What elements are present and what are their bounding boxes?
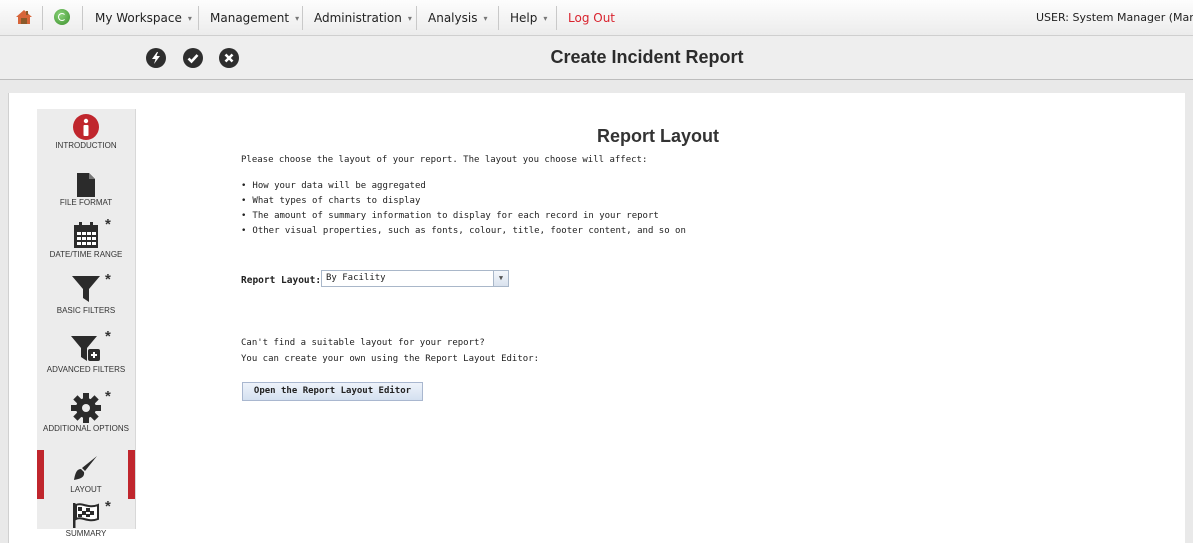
title-bar: Create Incident Report [0, 36, 1193, 80]
step-advanced-filters[interactable]: * ADVANCED FILTERS [37, 328, 135, 391]
advanced-filter-icon [71, 336, 100, 361]
list-item: What types of charts to display [241, 194, 686, 209]
menu-help[interactable]: Help ▾ [510, 11, 547, 25]
chevron-down-icon: ▾ [187, 14, 192, 23]
intro-text: Please choose the layout of your report.… [241, 155, 648, 165]
menu-divider [416, 6, 417, 30]
info-icon [73, 114, 99, 140]
help-text-line1: Can't find a suitable layout for your re… [241, 338, 485, 348]
chevron-down-icon: ▾ [483, 14, 488, 23]
section-heading: Report Layout [597, 126, 720, 146]
menu-divider [302, 6, 303, 30]
menu-analysis[interactable]: Analysis ▾ [428, 11, 487, 25]
home-icon[interactable] [15, 8, 33, 26]
calendar-icon [74, 222, 98, 248]
required-star: * [105, 271, 111, 288]
chevron-down-icon: ▾ [407, 14, 412, 23]
paintbrush-icon [74, 456, 97, 480]
refresh-icon[interactable] [54, 9, 70, 25]
user-label: USER: System Manager (Manager [1036, 11, 1193, 24]
wizard-nav: INTRODUCTION FILE FORMAT * DATE/TIME RAN… [37, 109, 136, 538]
filter-icon [72, 276, 100, 302]
step-additional-options[interactable]: * ADDITIONAL OPTIONS [37, 388, 135, 448]
menu-divider [82, 6, 83, 30]
step-introduction[interactable]: INTRODUCTION [37, 113, 135, 163]
required-star: * [105, 328, 111, 345]
chevron-down-icon[interactable]: ▼ [493, 271, 508, 286]
logout-link[interactable]: Log Out [568, 11, 615, 25]
step-label: BASIC FILTERS [56, 306, 116, 315]
step-label: DATE/TIME RANGE [49, 250, 123, 259]
step-basic-filters[interactable]: * BASIC FILTERS [37, 271, 135, 329]
required-star: * [105, 216, 111, 233]
content-panel: INTRODUCTION FILE FORMAT * DATE/TIME RAN… [8, 93, 1185, 543]
step-summary[interactable]: * SUMMARY [37, 498, 135, 547]
menu-management[interactable]: Management ▾ [210, 11, 299, 25]
required-star: * [105, 388, 111, 405]
chevron-down-icon: ▾ [295, 14, 300, 23]
menu-my-workspace[interactable]: My Workspace ▾ [95, 11, 192, 25]
file-icon [77, 173, 95, 197]
content-frame: INTRODUCTION FILE FORMAT * DATE/TIME RAN… [0, 80, 1193, 543]
step-date-time-range[interactable]: * DATE/TIME RANGE [37, 216, 135, 272]
step-label: INTRODUCTION [55, 141, 117, 150]
list-item: The amount of summary information to dis… [241, 209, 686, 224]
step-label: LAYOUT [70, 485, 102, 494]
checkered-flag-icon [73, 503, 99, 528]
report-layout-value: By Facility [326, 273, 386, 283]
menu-divider [498, 6, 499, 30]
menu-divider [198, 6, 199, 30]
gear-icon [71, 393, 101, 423]
step-label: ADDITIONAL OPTIONS [43, 424, 129, 433]
help-text-line2: You can create your own using the Report… [241, 354, 540, 364]
menu-administration[interactable]: Administration ▾ [314, 11, 412, 25]
step-label: ADVANCED FILTERS [46, 365, 126, 374]
menu-divider [42, 6, 43, 30]
list-item: Other visual properties, such as fonts, … [241, 224, 685, 239]
step-file-format[interactable]: FILE FORMAT [37, 172, 135, 218]
list-item: How your data will be aggregated [241, 179, 686, 194]
required-star: * [105, 498, 111, 515]
chevron-down-icon: ▾ [543, 14, 548, 23]
page-title: Create Incident Report [550, 47, 744, 67]
menu-divider [556, 6, 557, 30]
step-layout[interactable]: LAYOUT [37, 450, 135, 499]
step-label: FILE FORMAT [59, 198, 113, 207]
bullet-list: How your data will be aggregated What ty… [241, 179, 686, 239]
report-layout-label: Report Layout: [241, 275, 322, 286]
step-label: SUMMARY [65, 529, 107, 538]
open-layout-editor-button[interactable]: Open the Report Layout Editor [242, 382, 423, 401]
report-layout-select[interactable]: By Facility ▼ [321, 270, 509, 287]
top-menu-bar: My Workspace ▾ Management ▾ Administration… [0, 0, 1193, 36]
